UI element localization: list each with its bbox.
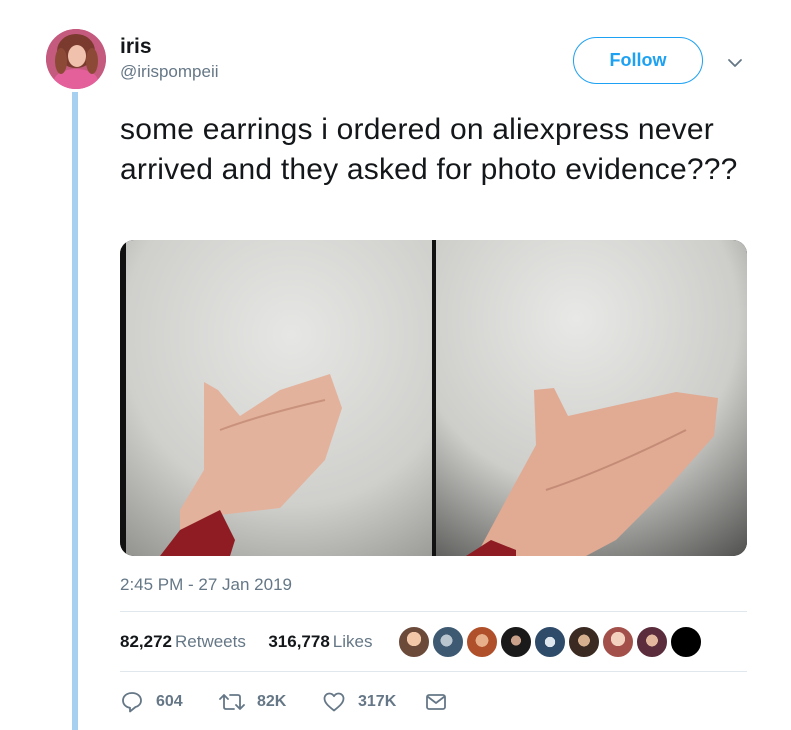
user-handle[interactable]: @irispompeii — [120, 62, 219, 82]
likes-count: 316,778 — [268, 632, 330, 651]
heart-icon — [322, 690, 346, 714]
like-count: 317K — [358, 693, 397, 710]
envelope-icon — [424, 690, 448, 714]
liker-avatar[interactable] — [635, 625, 669, 659]
liker-avatar[interactable] — [533, 625, 567, 659]
tweet-timestamp[interactable]: 2:45 PM - 27 Jan 2019 — [120, 575, 292, 595]
direct-message-button[interactable] — [424, 690, 448, 714]
liker-avatar[interactable] — [465, 625, 499, 659]
retweets-stat[interactable]: 82,272 Retweets — [120, 632, 251, 651]
liker-avatar[interactable] — [397, 625, 431, 659]
retweet-icon — [219, 690, 245, 714]
like-button[interactable]: 317K — [322, 690, 396, 714]
follow-button[interactable]: Follow — [573, 37, 703, 84]
liker-avatar[interactable] — [431, 625, 465, 659]
retweets-label: Retweets — [175, 632, 246, 651]
liker-avatar[interactable] — [601, 625, 635, 659]
liker-avatar[interactable] — [499, 625, 533, 659]
reply-count: 604 — [156, 693, 183, 710]
retweets-count: 82,272 — [120, 632, 172, 651]
retweet-count: 82K — [257, 693, 287, 710]
display-name[interactable]: iris — [120, 35, 152, 59]
liker-avatar[interactable] — [669, 625, 703, 659]
tweet-text: some earrings i ordered on aliexpress ne… — [120, 113, 738, 186]
liker-avatar[interactable] — [567, 625, 601, 659]
divider — [120, 611, 747, 612]
avatar[interactable] — [46, 29, 106, 89]
photo-hand-right[interactable] — [436, 240, 747, 556]
reply-button[interactable]: 604 — [120, 690, 183, 714]
reply-icon — [120, 690, 144, 714]
divider — [120, 671, 747, 672]
thread-line — [72, 92, 78, 730]
likes-label: Likes — [332, 632, 373, 651]
likes-stat[interactable]: 316,778 Likes — [268, 632, 372, 651]
chevron-down-icon[interactable] — [727, 56, 743, 68]
tweet-media[interactable] — [120, 240, 747, 556]
retweet-button[interactable]: 82K — [219, 690, 286, 714]
tweet-stats: 82,272 Retweets 316,778 Likes — [120, 632, 372, 652]
photo-hand-left[interactable] — [120, 240, 432, 556]
